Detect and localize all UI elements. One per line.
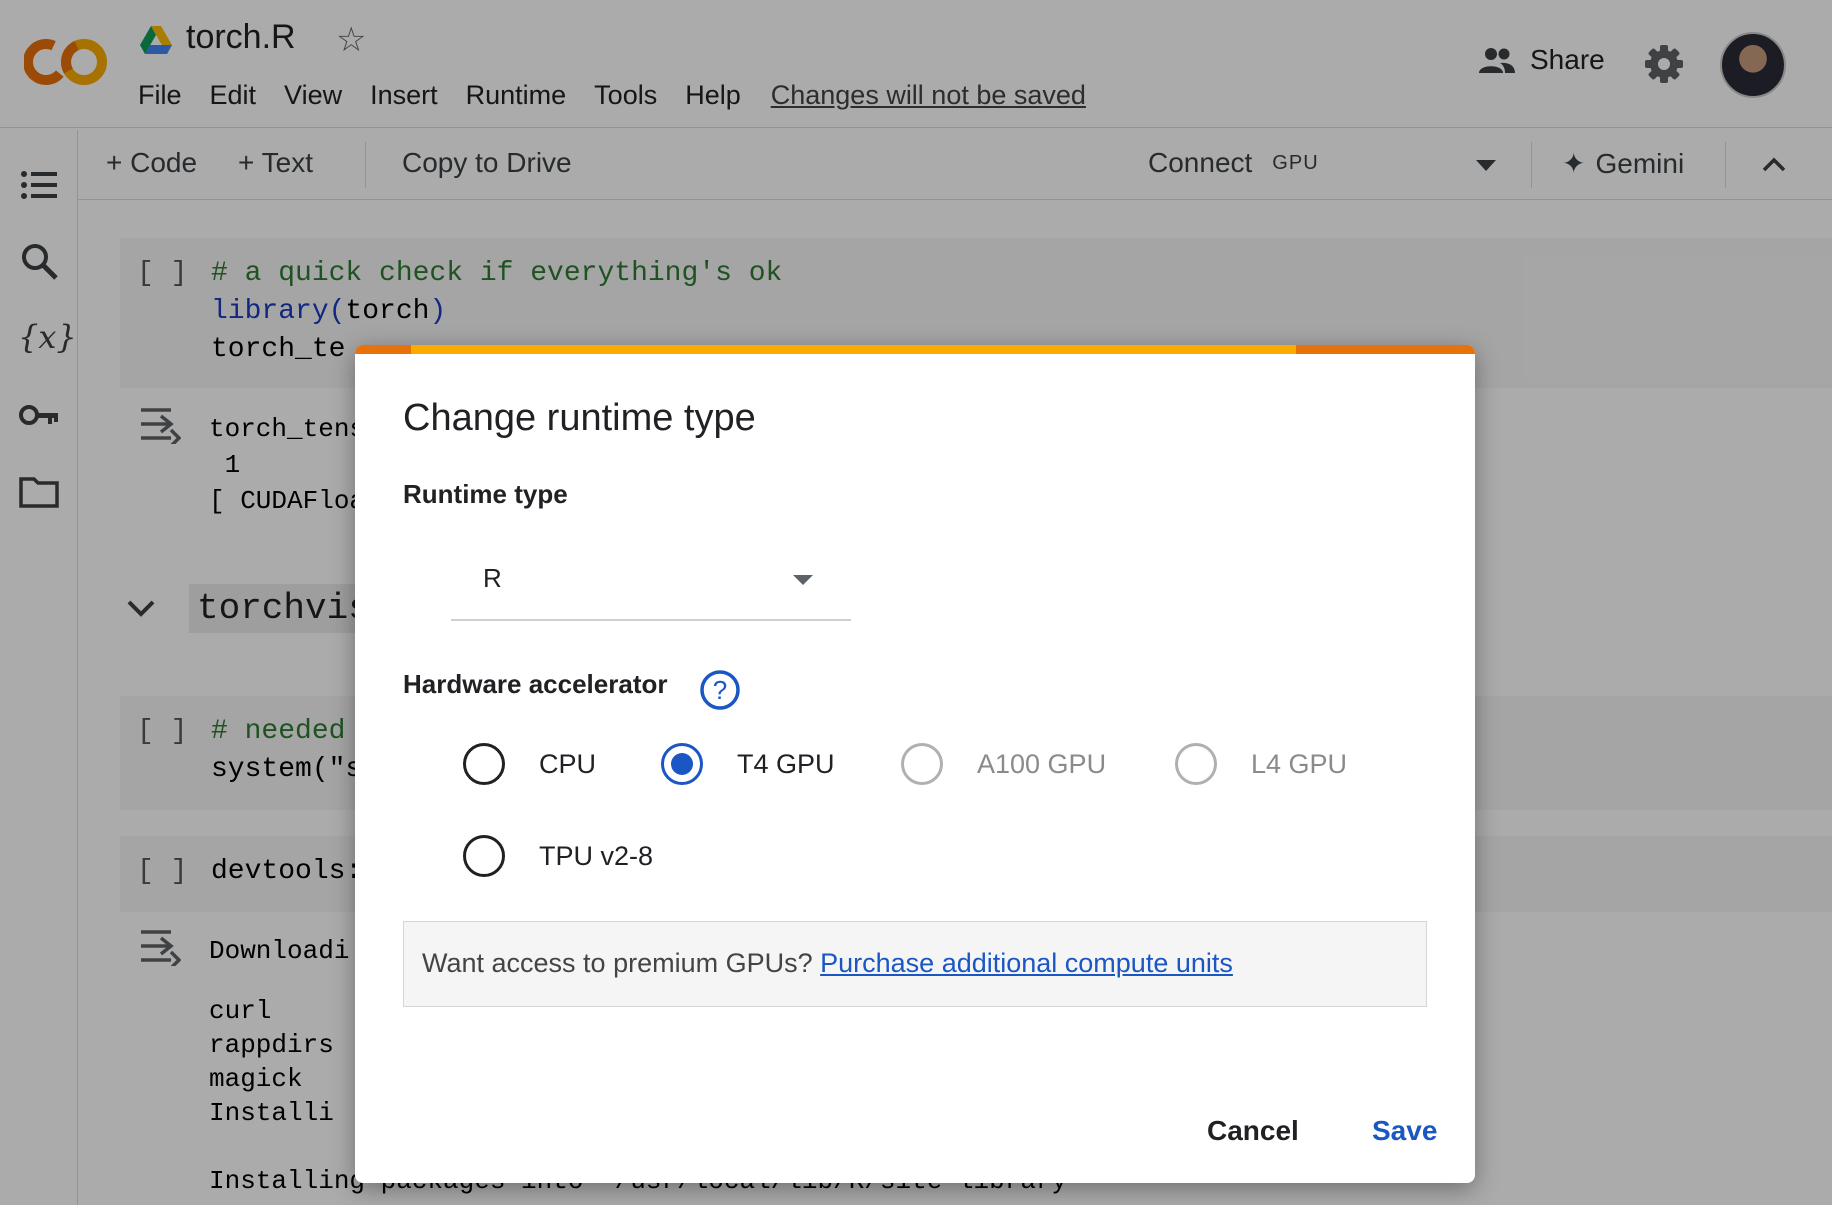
radio-label: A100 GPU <box>977 748 1107 779</box>
radio-circle-checked <box>661 743 703 785</box>
radio-label: TPU v2-8 <box>539 840 654 871</box>
save-button[interactable]: Save <box>1372 1115 1437 1147</box>
radio-circle <box>463 743 505 785</box>
radio-tpu-v2-8[interactable]: TPU v2-8 <box>463 835 653 877</box>
cancel-button[interactable]: Cancel <box>1207 1115 1299 1147</box>
radio-circle <box>463 835 505 877</box>
radio-t4-gpu[interactable]: T4 GPU <box>661 743 835 785</box>
premium-gpu-banner: Want access to premium GPUs? Purchase ad… <box>403 921 1427 1007</box>
radio-label: CPU <box>539 748 597 779</box>
radio-l4-gpu: L4 GPU <box>1175 743 1347 785</box>
radio-circle-disabled <box>1175 743 1217 785</box>
radio-cpu[interactable]: CPU <box>463 743 596 785</box>
svg-text:?: ? <box>713 675 727 705</box>
runtime-type-select[interactable]: R <box>451 535 851 621</box>
radio-label: T4 GPU <box>737 748 835 779</box>
change-runtime-dialog: Change runtime type Runtime type R Hardw… <box>355 345 1475 1183</box>
runtime-type-value: R <box>483 563 502 593</box>
promo-text: Want access to premium GPUs? <box>422 948 821 978</box>
hardware-accelerator-label: Hardware accelerator <box>403 669 668 699</box>
runtime-type-label: Runtime type <box>403 479 568 509</box>
dropdown-arrow-icon <box>793 575 813 585</box>
radio-circle-disabled <box>901 743 943 785</box>
dialog-title: Change runtime type <box>403 397 756 439</box>
radio-a100-gpu: A100 GPU <box>901 743 1106 785</box>
purchase-compute-units-link[interactable]: Purchase additional compute units <box>820 948 1233 978</box>
dialog-accent-bar <box>355 345 1475 354</box>
radio-label: L4 GPU <box>1251 748 1348 779</box>
help-icon[interactable]: ? <box>699 669 741 711</box>
